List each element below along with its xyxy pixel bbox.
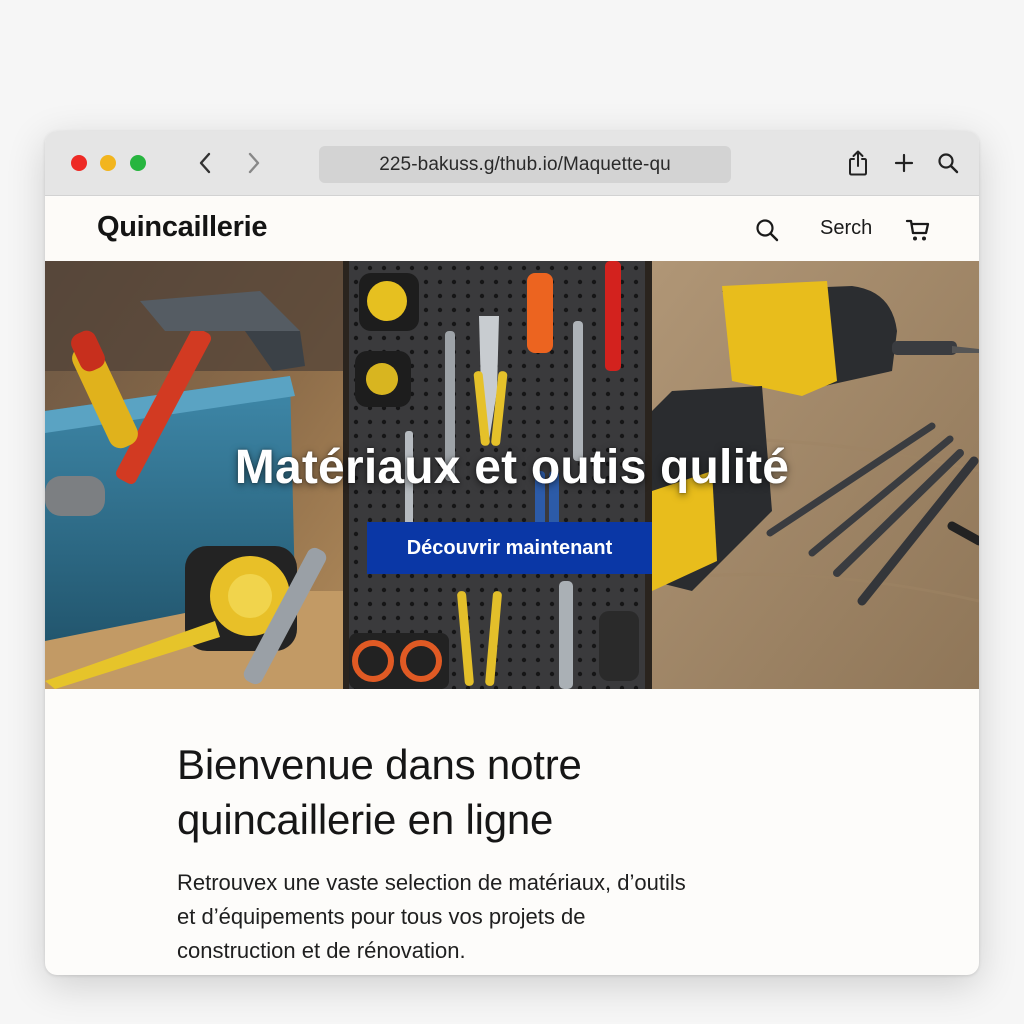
hero-banner: Matériaux et outis qulité Découvrir main… [45,261,979,689]
chevron-left-icon [199,152,211,174]
discover-now-button[interactable]: Découvrir maintenant [367,522,652,574]
browser-toolbar: 225-bakuss.g/thub.io/Maquette-qu [45,131,979,196]
plus-icon [894,153,914,173]
welcome-text-line-2: et d’équipements pour tous vos projets d… [177,904,586,929]
hero-title: Matériaux et outis qulité [234,441,790,494]
site-header: Quincaillerie Serch [45,197,979,261]
close-window-button[interactable] [71,155,87,171]
welcome-text-line-1: Retrouvex une vaste selection de matéria… [177,870,686,895]
search-link[interactable]: Serch [820,217,872,240]
back-button[interactable] [191,149,219,177]
url-text: 225-bakuss.g/thub.io/Maquette-qu [379,153,671,175]
search-icon[interactable] [754,217,780,243]
browser-search-button[interactable] [934,149,962,177]
welcome-title-line-1: Bienvenue dans notre [177,741,582,788]
welcome-title: Bienvenue dans notre quincaillerie en li… [177,737,797,847]
search-icon [938,153,959,174]
welcome-text-line-3: construction et de rénovation. [177,938,466,963]
share-button[interactable] [844,149,872,177]
browser-window: 225-bakuss.g/thub.io/Maquette-qu Quincai… [45,131,979,975]
address-bar[interactable]: 225-bakuss.g/thub.io/Maquette-qu [319,146,731,183]
minimize-window-button[interactable] [100,155,116,171]
cart-icon[interactable] [904,216,932,244]
maximize-window-button[interactable] [130,155,146,171]
welcome-description: Retrouvex une vaste selection de matéria… [177,866,757,968]
chevron-right-icon [248,152,260,174]
forward-button[interactable] [240,149,268,177]
welcome-title-line-2: quincaillerie en ligne [177,796,554,843]
site-logo[interactable]: Quincaillerie [97,211,267,244]
share-icon [849,150,867,176]
new-tab-button[interactable] [890,149,918,177]
